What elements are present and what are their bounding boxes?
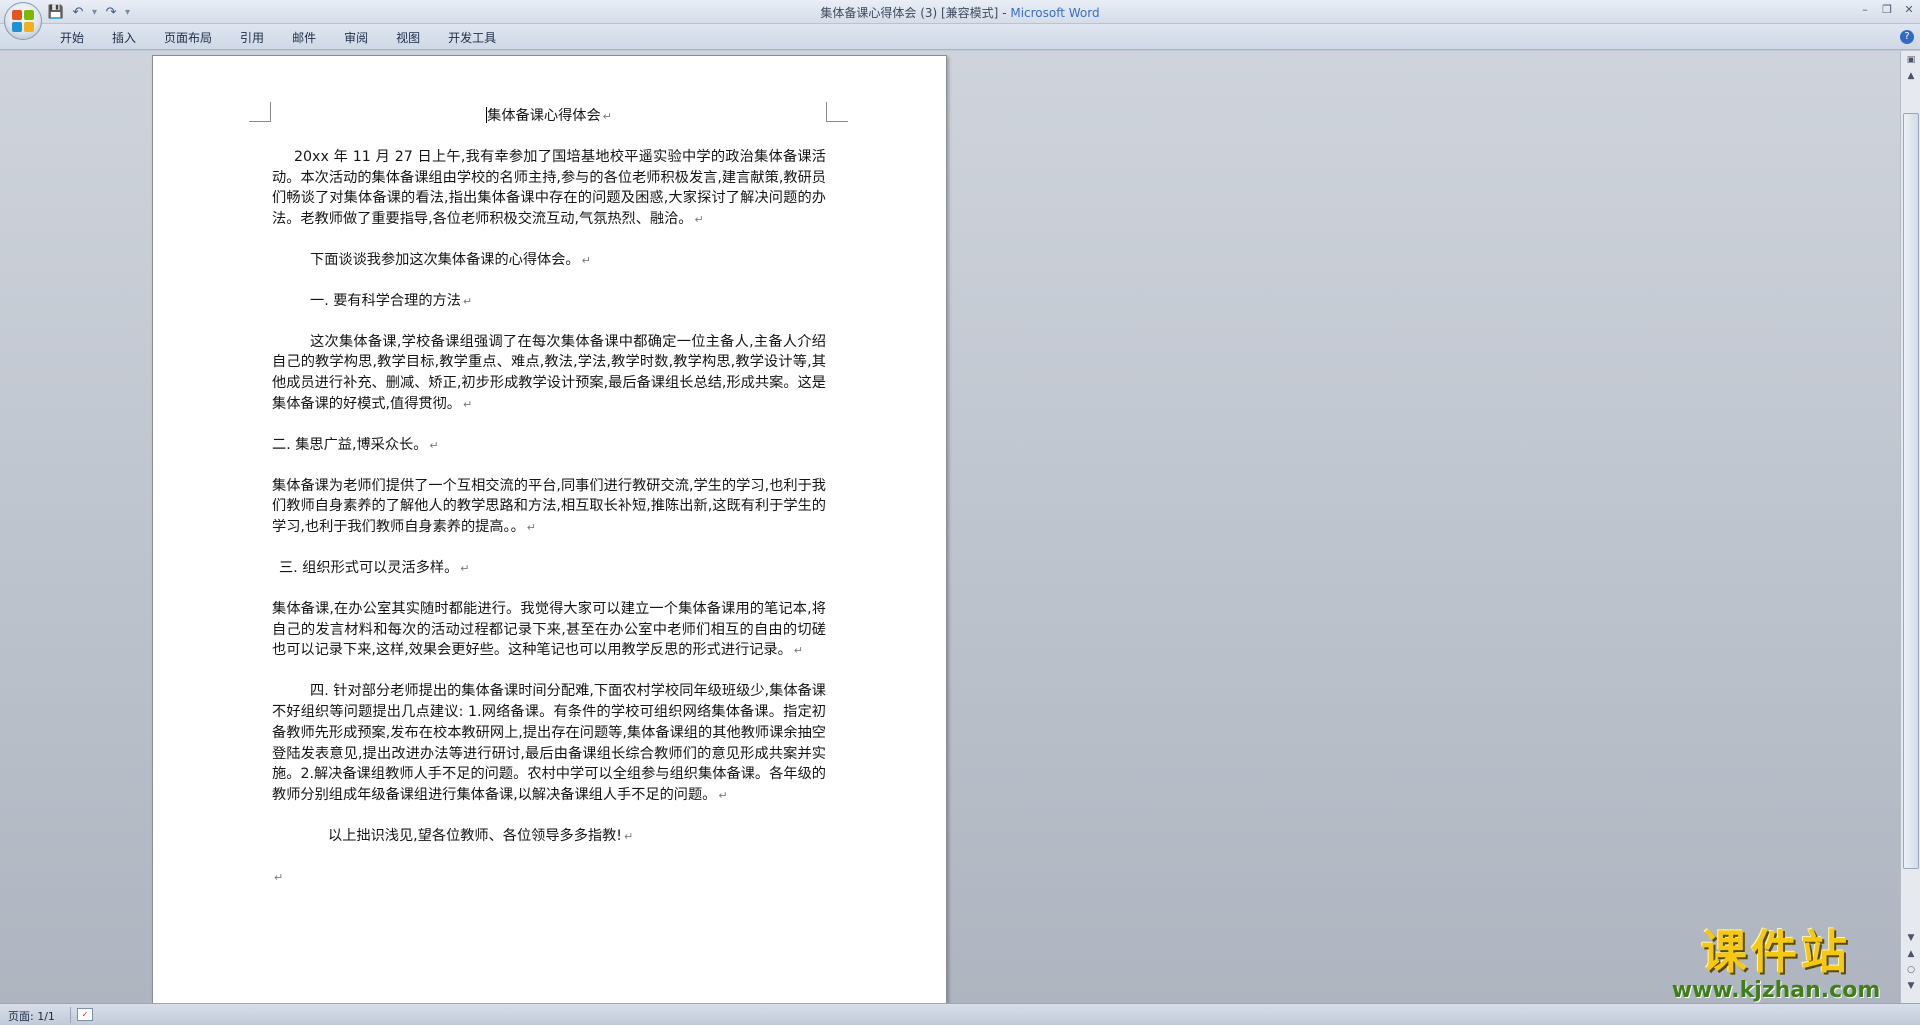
document-name: 集体备课心得体会 (3) [兼容模式] xyxy=(820,6,999,20)
scroll-thumb[interactable] xyxy=(1903,113,1919,869)
previous-page-icon[interactable]: ▲ xyxy=(1903,947,1919,961)
tab-developer[interactable]: 开发工具 xyxy=(434,30,510,46)
office-logo-icon xyxy=(12,10,34,32)
watermark-url: www.kjzhan.com xyxy=(1671,978,1881,1003)
tab-references[interactable]: 引用 xyxy=(226,30,278,46)
paragraph: 20xx 年 11 月 27 日上午,我有幸参加了国培基地校平遥实验中学的政治集… xyxy=(272,148,826,228)
title-bar: 💾 ↶ ▾ ↷ ▾ 集体备课心得体会 (3) [兼容模式] - Microsof… xyxy=(0,0,1920,24)
scroll-down-icon[interactable]: ▼ xyxy=(1903,931,1919,945)
margin-corner-mark xyxy=(249,102,271,122)
proofing-icon[interactable]: ✓ xyxy=(77,1008,93,1021)
tab-home[interactable]: 开始 xyxy=(50,30,98,46)
status-bar: 页面: 1/1 ✓ xyxy=(0,1003,1920,1025)
site-watermark: 课件站 www.kjzhan.com xyxy=(1656,925,1896,1003)
ruler-toggle-icon[interactable]: ▣ xyxy=(1903,53,1919,67)
title-separator: - xyxy=(998,6,1011,20)
restore-icon[interactable]: ❐ xyxy=(1880,2,1894,16)
document-title: 集体备课心得体会 ↵ xyxy=(486,107,612,124)
page-count[interactable]: 页面: 1/1 xyxy=(8,1008,55,1024)
document-workspace: 集体备课心得体会 ↵ 20xx 年 11 月 27 日上午,我有幸参加了国培基地校… xyxy=(0,51,1900,1015)
paragraph: 四. 针对部分老师提出的集体备课时间分配难,下面农村学校同年级班级少,集体备课不… xyxy=(272,683,826,804)
section-heading: 一. 要有科学合理的方法 ↵ xyxy=(310,292,473,309)
paragraph: 集体备课为老师们提供了一个互相交流的平台,同事们进行教研交流,学生的学习,也利于… xyxy=(272,477,826,536)
status-divider xyxy=(70,1007,71,1023)
section-heading: 二. 集思广益,博采众长。 ↵ xyxy=(272,436,439,453)
tab-page-layout[interactable]: 页面布局 xyxy=(150,30,226,46)
tab-view[interactable]: 视图 xyxy=(382,30,434,46)
empty-paragraph: ↵ xyxy=(274,870,284,884)
margin-corner-mark xyxy=(826,102,848,122)
next-page-icon[interactable]: ▼ xyxy=(1903,979,1919,993)
vertical-scrollbar[interactable]: ▣ ▲ ▼ ▲ ○ ▼ xyxy=(1900,51,1920,1003)
ribbon-tab-bar: 开始 插入 页面布局 引用 邮件 审阅 视图 开发工具 ? xyxy=(0,24,1920,50)
app-name: Microsoft Word xyxy=(1010,6,1100,20)
window-controls: – ❐ ✕ xyxy=(1858,2,1916,16)
tab-review[interactable]: 审阅 xyxy=(330,30,382,46)
document-page[interactable]: 集体备课心得体会 ↵ 20xx 年 11 月 27 日上午,我有幸参加了国培基地校… xyxy=(152,55,947,1015)
window-title: 集体备课心得体会 (3) [兼容模式] - Microsoft Word xyxy=(0,4,1920,21)
watermark-title: 课件站 xyxy=(1701,925,1851,979)
document-body[interactable]: 集体备课心得体会 ↵ 20xx 年 11 月 27 日上午,我有幸参加了国培基地校… xyxy=(272,106,826,889)
office-button[interactable] xyxy=(4,2,42,40)
section-heading: 三. 组织形式可以灵活多样。 ↵ xyxy=(279,559,470,576)
browse-object-icon[interactable]: ○ xyxy=(1903,963,1919,977)
paragraph: 集体备课,在办公室其实随时都能进行。我觉得大家可以建立一个集体备课用的笔记本,将… xyxy=(272,600,826,659)
tab-mailings[interactable]: 邮件 xyxy=(278,30,330,46)
help-icon[interactable]: ? xyxy=(1900,30,1914,44)
closing-paragraph: 以上拙识浅见,望各位教师、各位领导多多指教! ↵ xyxy=(328,827,634,844)
minimize-icon[interactable]: – xyxy=(1858,2,1872,16)
paragraph: 下面谈谈我参加这次集体备课的心得体会。 ↵ xyxy=(310,251,591,268)
scroll-up-icon[interactable]: ▲ xyxy=(1903,69,1919,83)
paragraph: 这次集体备课,学校备课组强调了在每次集体备课中都确定一位主备人,主备人介绍自己的… xyxy=(272,333,826,412)
close-icon[interactable]: ✕ xyxy=(1902,2,1916,16)
tab-insert[interactable]: 插入 xyxy=(98,30,150,46)
